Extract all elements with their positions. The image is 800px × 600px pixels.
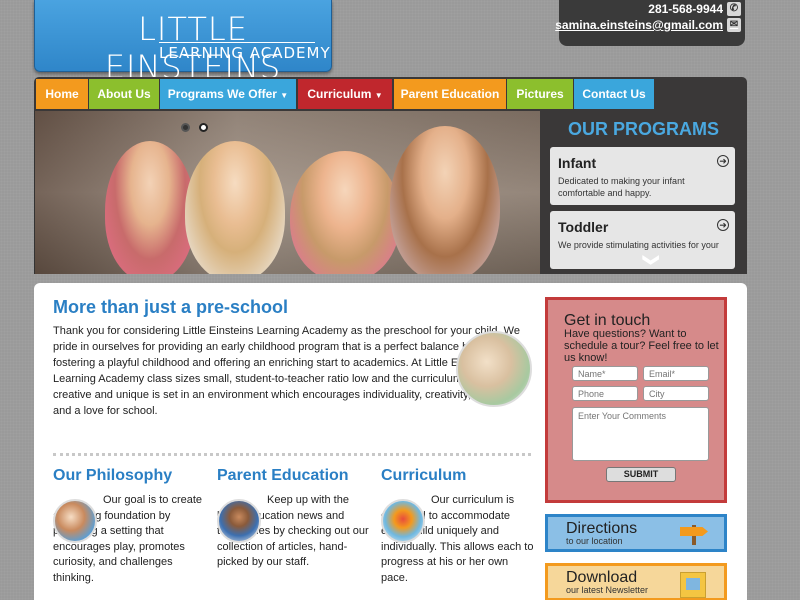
curriculum-column: Curriculum Our curriculum is designed to… <box>381 467 535 586</box>
slider-dot-2[interactable] <box>199 123 208 132</box>
logo-divider <box>159 42 315 43</box>
directions-sublabel: to our location <box>566 536 623 546</box>
name-field[interactable] <box>572 366 638 381</box>
parent-education-thumbnail <box>217 499 261 543</box>
arrow-right-icon[interactable]: ➜ <box>717 219 729 231</box>
slider-dot-1[interactable] <box>181 123 190 132</box>
logo[interactable]: LITTLE EINSTEINS LEARNING ACADEMY <box>34 0 332 86</box>
contact-box: 281-568-9944 ✆ samina.einsteins@gmail.co… <box>555 0 745 46</box>
nav-curriculum[interactable]: Curriculum ▼ <box>298 79 392 109</box>
logo-subtitle: LEARNING ACADEMY <box>159 44 331 62</box>
parent-education-heading[interactable]: Parent Education <box>217 467 371 485</box>
hero-child-1 <box>105 141 195 274</box>
nav-programs[interactable]: Programs We Offer ▼ <box>160 79 296 109</box>
program-desc: We provide stimulating activities for yo… <box>558 240 719 250</box>
email-icon[interactable]: ✉ <box>727 18 741 32</box>
curriculum-heading[interactable]: Curriculum <box>381 467 535 485</box>
directions-button[interactable]: Directions to our location <box>545 514 727 552</box>
program-desc: Dedicated to making your infant comforta… <box>558 176 685 198</box>
newsletter-icon <box>680 572 706 598</box>
chevron-down-icon: ▼ <box>374 91 383 100</box>
nav-contact-us[interactable]: Contact Us <box>574 79 654 109</box>
phone-icon: ✆ <box>727 2 741 16</box>
page-title: More than just a pre-school <box>53 297 289 317</box>
parent-education-column: Parent Education Keep up with the latest… <box>217 467 371 571</box>
phone-row: 281-568-9944 ✆ <box>648 2 741 16</box>
nav-pictures[interactable]: Pictures <box>507 79 573 109</box>
email-row[interactable]: samina.einsteins@gmail.com ✉ <box>555 18 741 32</box>
submit-button[interactable]: SUBMIT <box>606 467 676 482</box>
nav-about-us[interactable]: About Us <box>89 79 159 109</box>
program-title: Toddler <box>558 219 609 235</box>
contact-form-text: Have questions? Want to schedule a tour?… <box>564 328 719 364</box>
download-sublabel: our latest Newsletter <box>566 585 649 595</box>
program-title: Infant <box>558 155 597 171</box>
programs-heading: OUR PROGRAMS <box>567 119 719 139</box>
email-link[interactable]: samina.einsteins@gmail.com <box>555 18 723 32</box>
nav-home[interactable]: Home <box>36 79 88 109</box>
programs-panel: OUR PROGRAMS Infant Dedicated to making … <box>540 111 747 274</box>
hero-child-4 <box>390 126 500 274</box>
scroll-down-chevron-icon[interactable]: ❯ <box>642 253 662 266</box>
download-button[interactable]: Download our latest Newsletter <box>545 563 727 600</box>
chevron-down-icon: ▼ <box>280 91 289 100</box>
arrow-right-icon[interactable]: ➜ <box>717 155 729 167</box>
program-card-infant[interactable]: Infant Dedicated to making your infant c… <box>550 147 735 205</box>
philosophy-column: Our Philosophy Our goal is to create a l… <box>53 467 207 586</box>
main-nav: Home About Us Programs We Offer ▼ Curric… <box>34 77 747 111</box>
philosophy-heading[interactable]: Our Philosophy <box>53 467 207 485</box>
comments-field[interactable] <box>572 407 709 461</box>
city-field[interactable] <box>643 386 709 401</box>
phone-field[interactable] <box>572 386 638 401</box>
hero-child-2 <box>185 141 285 274</box>
hero-slider[interactable] <box>34 111 540 274</box>
nav-parent-education[interactable]: Parent Education <box>394 79 506 109</box>
curriculum-thumbnail <box>381 499 425 543</box>
email-field[interactable] <box>643 366 709 381</box>
philosophy-thumbnail <box>53 499 97 543</box>
phone-number: 281-568-9944 <box>648 2 723 16</box>
hero-child-3 <box>290 151 400 274</box>
signpost-icon <box>678 523 710 545</box>
intro-photo <box>456 331 532 407</box>
section-divider <box>53 453 531 456</box>
contact-form: Get in touch Have questions? Want to sch… <box>545 297 727 503</box>
